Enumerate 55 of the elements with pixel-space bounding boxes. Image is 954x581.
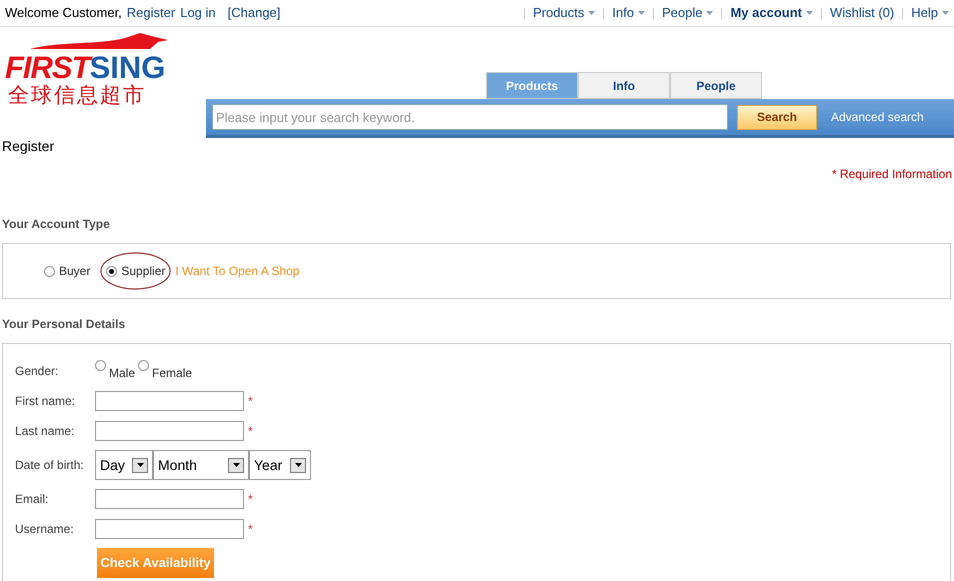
nav-menu[interactable]: Wishlist (0) <box>830 3 894 23</box>
nav-menu[interactable]: Info <box>612 3 645 23</box>
section-heading: Your Account Type <box>2 216 111 233</box>
account-type-option[interactable]: Supplier <box>100 252 172 290</box>
caret-icon <box>638 11 645 15</box>
nav-menu[interactable]: Products <box>532 3 596 23</box>
caret-icon <box>942 11 949 15</box>
required-mark: * <box>248 393 253 410</box>
search-field[interactable]: Please input your search keyword. <box>212 104 728 130</box>
nav-menu[interactable]: Help <box>911 3 949 23</box>
radio-label: Male <box>109 365 136 382</box>
radio-label: Buyer <box>59 263 90 280</box>
radio-button[interactable] <box>95 360 106 371</box>
text-field[interactable] <box>95 391 244 411</box>
required-note: * Required Information <box>832 166 952 183</box>
radio-label: Female <box>152 365 192 382</box>
required-mark: * <box>248 423 253 440</box>
radio-label: Supplier <box>121 263 166 280</box>
nav-menu[interactable]: My account <box>730 3 813 23</box>
page-title: Register <box>2 137 56 156</box>
search-button[interactable]: Search <box>737 104 817 130</box>
account-link[interactable]: Register <box>126 3 176 23</box>
text-field[interactable] <box>95 489 244 509</box>
text-field[interactable] <box>95 421 244 441</box>
logo[interactable]: FIRSTSING 全球信息超市 <box>5 33 175 113</box>
required-mark: * <box>248 521 253 538</box>
date-select[interactable]: Month <box>153 450 249 480</box>
field-label: First name: <box>15 393 76 410</box>
annotation-circle <box>100 252 172 290</box>
required-mark: * <box>248 491 253 508</box>
field-label: Email: <box>15 491 50 508</box>
section-heading: Your Personal Details <box>2 316 126 333</box>
radio-button[interactable] <box>106 266 118 276</box>
account-type-option[interactable]: Buyer <box>38 252 96 290</box>
field-label: Gender: <box>15 363 60 380</box>
radio-button[interactable] <box>44 266 55 276</box>
nav-menu[interactable]: People <box>662 3 714 23</box>
welcome-text: Welcome Customer, <box>5 4 122 22</box>
text-field[interactable] <box>95 519 244 539</box>
change-link[interactable]: [Change] <box>228 3 280 23</box>
field-label: Last name: <box>15 423 76 440</box>
search-tab[interactable]: Info <box>578 72 670 99</box>
field-label: Username: <box>15 521 75 538</box>
logo-wordmark: FIRST <box>5 52 90 83</box>
account-link[interactable]: Log in <box>180 3 216 23</box>
caret-icon <box>806 11 813 15</box>
date-select[interactable]: Day <box>95 450 153 480</box>
search-tab[interactable]: People <box>670 72 762 99</box>
caret-icon <box>706 11 714 15</box>
field-label: Date of birth: <box>15 457 85 474</box>
radio-button[interactable] <box>138 360 150 371</box>
date-select[interactable]: Year <box>249 450 311 480</box>
logo-wordmark: SING <box>90 52 166 83</box>
caret-icon <box>588 11 596 15</box>
logo-tagline: 全球信息超市 <box>8 85 146 106</box>
